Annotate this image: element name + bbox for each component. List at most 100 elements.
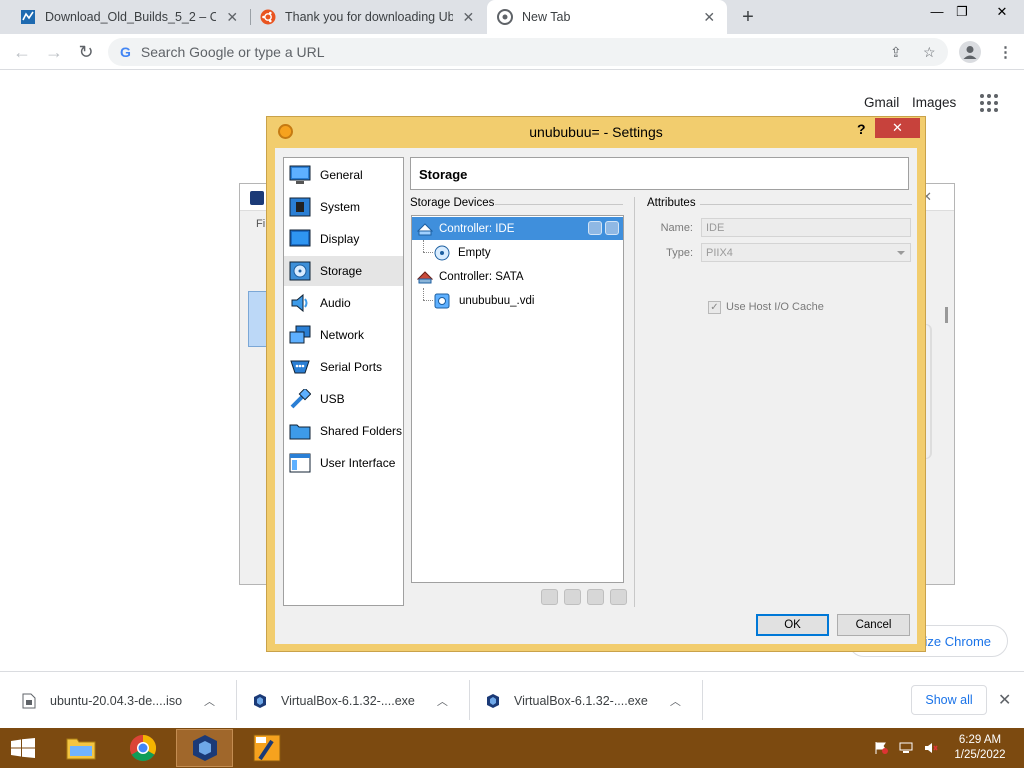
taskbar-file-explorer[interactable] [52,729,109,767]
add-controller-icon[interactable] [541,589,558,605]
omnibox[interactable]: G ⇪ ☆ [108,38,948,66]
sidebar-item-label: USB [320,392,345,406]
restore-icon[interactable]: ❐ [950,4,974,20]
sidebar-item-shared-folders[interactable]: Shared Folders [284,416,403,446]
tab-strip: Download_Old_Builds_5_2 – Oracle VM Virt… [0,0,1024,34]
storage-icon [288,260,311,282]
network-tray-icon[interactable] [899,742,913,754]
sidebar-item-label: General [320,168,363,182]
remove-controller-icon[interactable] [564,589,581,605]
minimize-icon[interactable]: — [925,4,949,19]
address-input[interactable] [140,44,841,60]
storage-devices-label: Storage Devices [410,197,495,209]
virtualbox-installer-icon [487,693,499,708]
google-apps-icon[interactable] [980,94,1000,112]
chevron-up-icon[interactable]: ︿ [204,693,215,709]
controller-sata-icon [417,270,433,283]
page-title: Storage [410,157,909,190]
tab-virtualbox-downloads[interactable]: Download_Old_Builds_5_2 – Oracle VM Virt… [10,0,250,34]
dialog-body: General System Display Storage Audio Net… [275,148,917,644]
chevron-down-icon [897,251,905,255]
taskbar-chrome[interactable] [114,729,171,767]
back-arrow-icon[interactable]: ← [12,42,32,62]
close-icon[interactable]: ✕ [224,9,240,26]
name-label: Name: [660,222,693,234]
download-shelf: ubuntu-20.04.3-de....iso ︿ VirtualBox-6.… [0,671,1024,728]
download-filename: VirtualBox-6.1.32-....exe [281,693,415,708]
storage-tree[interactable]: Controller: IDE Empty Controller: SATA u… [411,215,624,583]
clock-time: 6:29 AM [958,734,1002,746]
sidebar-item-system[interactable]: System [284,192,403,222]
sidebar-item-network[interactable]: Network [284,320,403,350]
cancel-button[interactable]: Cancel [837,614,910,636]
share-icon[interactable]: ⇪ [890,44,902,61]
chevron-up-icon[interactable]: ︿ [437,693,448,709]
action-center-flag-icon[interactable] [874,742,888,754]
images-link[interactable]: Images [912,95,956,110]
tab-ubuntu-download[interactable]: Thank you for downloading Ubuntu Desktop… [250,0,486,34]
tree-disk-vdi[interactable]: unububuu_.vdi [412,289,623,312]
window-close-icon[interactable]: ✕ [990,4,1014,20]
sidebar-item-audio[interactable]: Audio [284,288,403,318]
dialog-close-button[interactable]: ✕ [875,118,920,138]
kebab-menu-icon[interactable]: ⋮ [998,43,1013,61]
download-item[interactable]: VirtualBox-6.1.32-....exe ︿ [486,672,681,729]
serial-ports-icon [288,356,311,378]
tree-controller-ide[interactable]: Controller: IDE [412,217,623,240]
sidebar-item-storage[interactable]: Storage [284,256,403,286]
new-tab-plus-icon[interactable]: + [738,7,758,27]
tab-title: Download_Old_Builds_5_2 – Oracle VM Virt… [45,10,217,24]
add-hard-disk-icon[interactable] [605,221,619,235]
sidebar-item-serial-ports[interactable]: Serial Ports [284,352,403,382]
add-attachment-icon[interactable] [587,589,604,605]
settings-sidebar: General System Display Storage Audio Net… [283,157,404,606]
show-all-button[interactable]: Show all [911,685,987,715]
tab-new-tab[interactable]: New Tab ✕ [487,0,727,34]
ubuntu-icon [260,9,276,25]
section-divider [700,204,912,205]
close-icon[interactable]: ✕ [461,9,476,26]
download-item[interactable]: ubuntu-20.04.3-de....iso ︿ [22,672,215,729]
close-icon[interactable]: ✕ [701,9,717,26]
file-icon [22,693,36,708]
sidebar-item-label: System [320,200,361,214]
hard-disk-icon [434,293,450,308]
sidebar-item-user-interface[interactable]: User Interface [284,448,403,478]
taskbar-app-64[interactable] [238,729,295,767]
close-shelf-icon[interactable]: ✕ [998,690,1011,710]
taskbar-virtualbox[interactable] [176,729,233,767]
host-io-cache-checkbox[interactable]: ✓ [708,301,721,314]
help-button[interactable]: ? [857,121,866,137]
add-optical-drive-icon[interactable] [588,221,602,235]
settings-dialog: unububuu= - Settings ? ✕ General System … [266,116,926,652]
reload-icon[interactable]: ↻ [76,42,96,62]
gmail-link[interactable]: Gmail [864,95,899,110]
installer-64-icon [253,734,280,762]
sidebar-item-general[interactable]: General [284,160,403,190]
system-icon [288,196,311,218]
bookmark-star-icon[interactable]: ☆ [923,44,936,61]
type-select[interactable]: PIIX4 [701,243,911,262]
windows-start-icon[interactable] [10,738,36,758]
tree-item-label: unububuu_.vdi [459,294,535,307]
remove-attachment-icon[interactable] [610,589,627,605]
profile-avatar-icon[interactable] [959,41,981,63]
dialog-titlebar: unububuu= - Settings ? ✕ [267,117,925,147]
sidebar-item-label: Audio [320,296,351,310]
volume-muted-icon[interactable] [924,742,938,754]
chevron-up-icon[interactable]: ︿ [670,693,681,709]
system-clock[interactable]: 6:29 AM 1/25/2022 [950,733,1010,763]
manager-scrollbar[interactable] [945,307,948,323]
browser-toolbar: ← → ↻ G ⇪ ☆ ⋮ [0,34,1024,70]
ok-button[interactable]: OK [756,614,829,636]
google-g-icon: G [120,44,131,60]
forward-arrow-icon[interactable]: → [44,42,64,62]
name-input[interactable] [701,218,911,237]
download-item[interactable]: VirtualBox-6.1.32-....exe ︿ [253,672,448,729]
sidebar-item-display[interactable]: Display [284,224,403,254]
tree-controller-sata[interactable]: Controller: SATA [412,265,623,288]
clock-date: 1/25/2022 [954,749,1006,761]
tree-empty-drive[interactable]: Empty [412,241,623,264]
sidebar-item-usb[interactable]: USB [284,384,403,414]
storage-tree-toolbar [541,589,627,605]
